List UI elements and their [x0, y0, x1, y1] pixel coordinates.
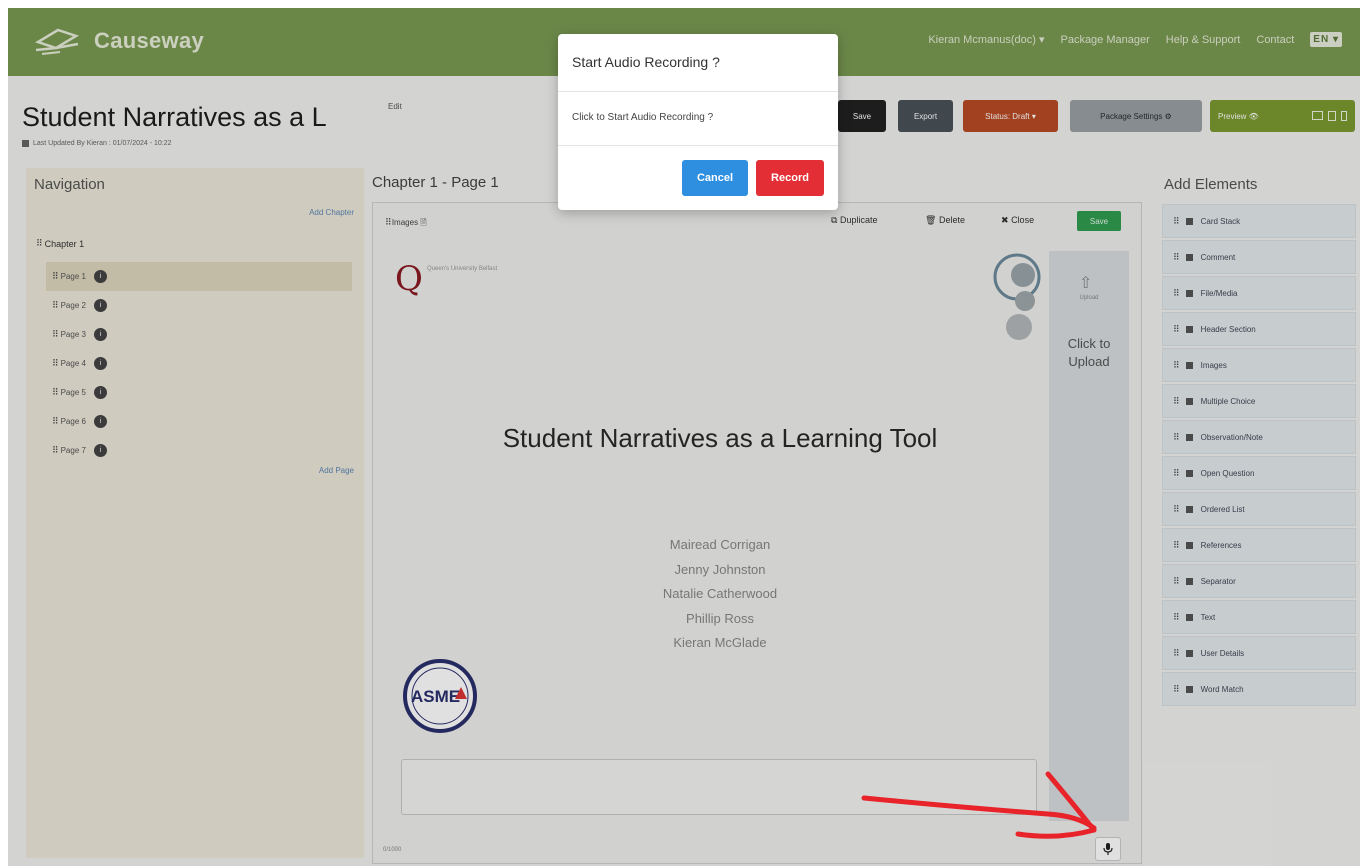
modal-title: Start Audio Recording ?	[558, 34, 838, 92]
app-window: Causeway Kieran Mcmanus(doc) ▾ Package M…	[8, 8, 1360, 866]
modal-body-text: Click to Start Audio Recording ?	[558, 92, 838, 146]
modal-footer: Cancel Record	[558, 146, 838, 210]
audio-recording-modal: Start Audio Recording ? Click to Start A…	[558, 34, 838, 210]
record-button[interactable]: Record	[756, 160, 824, 196]
cancel-button[interactable]: Cancel	[682, 160, 748, 196]
